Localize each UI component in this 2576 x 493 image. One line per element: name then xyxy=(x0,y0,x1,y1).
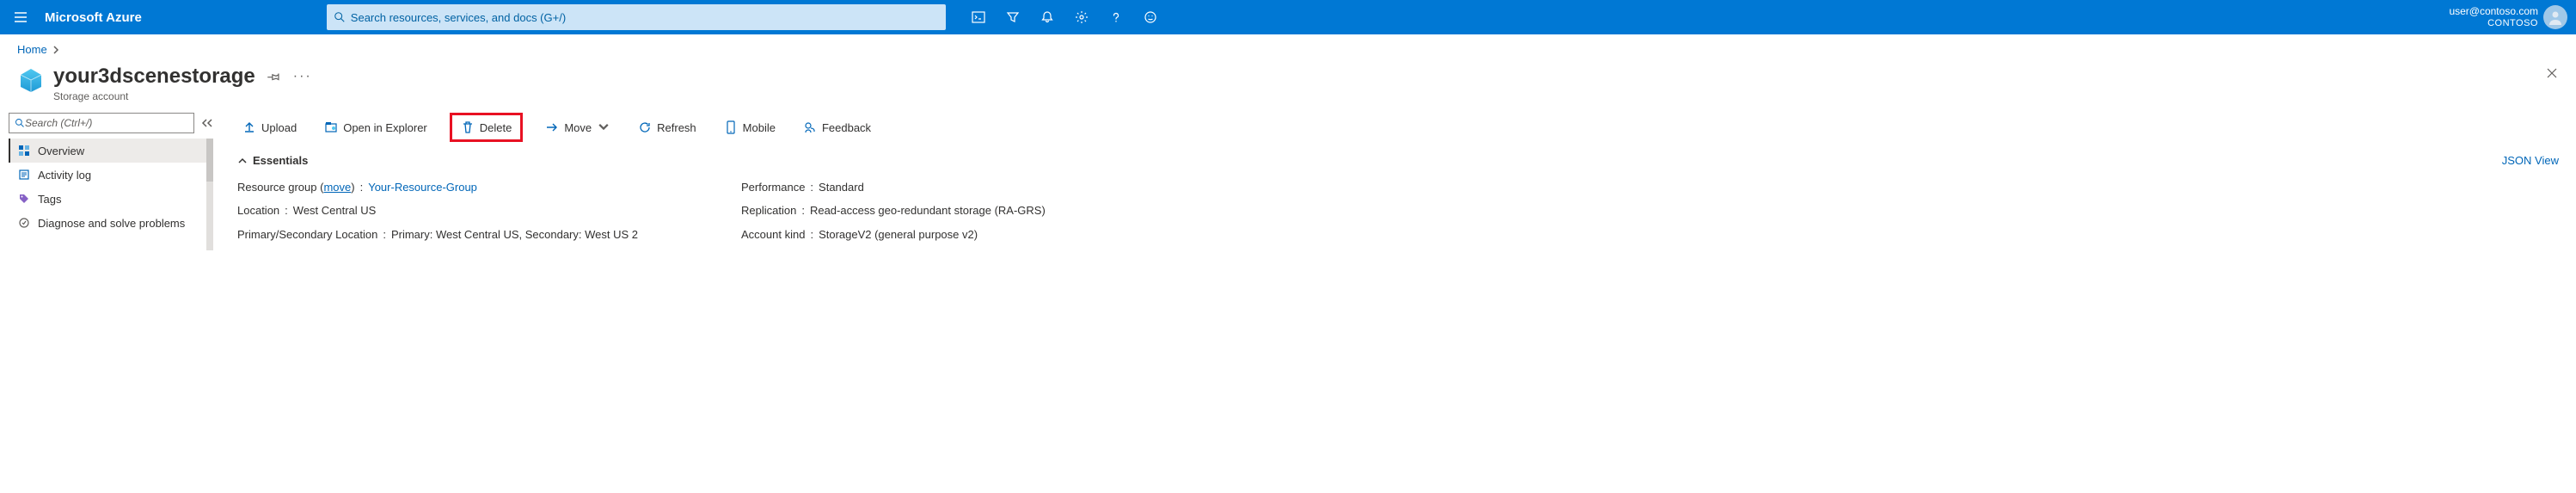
avatar[interactable] xyxy=(2543,5,2567,29)
hamburger-menu-icon[interactable] xyxy=(0,0,41,34)
cmd-label: Move xyxy=(564,121,592,134)
kv-key-label: Performance xyxy=(741,176,805,199)
tags-icon xyxy=(17,192,31,206)
upload-button[interactable]: Upload xyxy=(237,117,302,138)
essentials-header: Essentials JSON View xyxy=(237,154,2559,176)
menu-scrollbar[interactable] xyxy=(206,139,213,250)
breadcrumb: Home xyxy=(0,34,2576,59)
move-link[interactable]: move xyxy=(323,181,351,194)
menu-item-activity-log[interactable]: Activity log xyxy=(9,163,206,187)
essentials-toggle[interactable]: Essentials xyxy=(237,154,308,167)
global-search[interactable] xyxy=(327,4,946,30)
cmd-label: Upload xyxy=(261,121,297,134)
essentials-grid: Resource group (move) : Your-Resource-Gr… xyxy=(237,176,2559,246)
resource-menu: Overview Activity log Tags xyxy=(0,109,220,250)
kv-account-kind: Account kind : StorageV2 (general purpos… xyxy=(741,223,1046,246)
essentials-label: Essentials xyxy=(253,154,308,167)
kv-key-label: Location xyxy=(237,199,279,222)
kv-key-label: Replication xyxy=(741,199,796,222)
menu-item-label: Diagnose and solve problems xyxy=(38,217,185,230)
storage-account-icon xyxy=(17,66,45,94)
kv-primary-secondary: Primary/Secondary Location : Primary: We… xyxy=(237,223,638,246)
refresh-button[interactable]: Refresh xyxy=(633,117,702,138)
body: Overview Activity log Tags xyxy=(0,109,2576,250)
kv-location: Location : West Central US xyxy=(237,199,638,222)
directory-filter-icon[interactable] xyxy=(996,0,1030,34)
tenant-label: CONTOSO xyxy=(2449,18,2538,29)
overview-icon xyxy=(17,144,31,157)
cloud-shell-icon[interactable] xyxy=(961,0,996,34)
more-ellipsis-icon[interactable]: ··· xyxy=(293,69,312,84)
cmd-label: Delete xyxy=(480,121,512,134)
chevron-up-icon xyxy=(237,156,248,166)
azure-top-bar: Microsoft Azure user@contoso.com xyxy=(0,0,2576,34)
menu-search-input[interactable] xyxy=(25,117,188,129)
essentials-right-column: Performance : Standard Replication : Rea… xyxy=(741,176,1046,246)
kv-resource-group-value[interactable]: Your-Resource-Group xyxy=(368,176,477,199)
notifications-icon[interactable] xyxy=(1030,0,1064,34)
search-icon xyxy=(15,118,25,128)
kv-key-label: Account kind xyxy=(741,223,805,246)
scrollbar-thumb[interactable] xyxy=(206,139,213,182)
move-button[interactable]: Move xyxy=(540,117,616,138)
open-in-explorer-button[interactable]: Open in Explorer xyxy=(319,117,432,138)
menu-item-overview[interactable]: Overview xyxy=(9,139,206,163)
settings-gear-icon[interactable] xyxy=(1064,0,1099,34)
feedback-smiley-icon[interactable] xyxy=(1133,0,1168,34)
close-blade-icon[interactable] xyxy=(2545,66,2559,80)
page-title: your3dscenestorage xyxy=(53,65,255,89)
topbar-icon-group xyxy=(961,0,1168,34)
brand-label[interactable]: Microsoft Azure xyxy=(45,10,142,25)
help-icon[interactable] xyxy=(1099,0,1133,34)
page-subtitle: Storage account xyxy=(53,90,312,102)
activity-log-icon xyxy=(17,168,31,182)
cmd-label: Open in Explorer xyxy=(343,121,427,134)
search-icon xyxy=(334,11,346,23)
kv-account-kind-value: StorageV2 (general purpose v2) xyxy=(819,223,978,246)
kv-performance: Performance : Standard xyxy=(741,176,1046,199)
menu-item-label: Activity log xyxy=(38,169,91,182)
cmd-label: Refresh xyxy=(657,121,696,134)
kv-resource-group: Resource group (move) : Your-Resource-Gr… xyxy=(237,176,638,199)
user-email: user@contoso.com xyxy=(2449,5,2538,17)
diagnose-icon xyxy=(17,216,31,230)
menu-search[interactable] xyxy=(9,113,194,133)
kv-replication-value: Read-access geo-redundant storage (RA-GR… xyxy=(810,199,1046,222)
kv-performance-value: Standard xyxy=(819,176,864,199)
json-view-link[interactable]: JSON View xyxy=(2502,154,2559,167)
delete-button[interactable]: Delete xyxy=(450,113,524,142)
cmd-label: Mobile xyxy=(743,121,776,134)
menu-item-label: Overview xyxy=(38,145,84,157)
command-bar: Upload Open in Explorer Delete Move Refr… xyxy=(237,113,2559,154)
mobile-button[interactable]: Mobile xyxy=(719,117,781,138)
collapse-menu-icon[interactable] xyxy=(201,118,213,128)
content-pane: Upload Open in Explorer Delete Move Refr… xyxy=(220,109,2576,250)
menu-item-label: Tags xyxy=(38,193,61,206)
kv-key-label: Resource group xyxy=(237,181,317,194)
global-search-input[interactable] xyxy=(346,11,939,24)
pin-icon[interactable] xyxy=(267,70,281,83)
feedback-button[interactable]: Feedback xyxy=(798,117,876,138)
kv-location-value: West Central US xyxy=(293,199,377,222)
cmd-label: Feedback xyxy=(822,121,871,134)
kv-key-label: Primary/Secondary Location xyxy=(237,223,377,246)
chevron-right-icon xyxy=(52,46,59,54)
kv-primary-secondary-value: Primary: West Central US, Secondary: Wes… xyxy=(391,223,638,246)
breadcrumb-home[interactable]: Home xyxy=(17,43,47,56)
menu-item-diagnose[interactable]: Diagnose and solve problems xyxy=(9,211,206,235)
chevron-down-icon xyxy=(597,120,610,134)
page-header: your3dscenestorage ··· Storage account xyxy=(0,59,2576,109)
menu-item-tags[interactable]: Tags xyxy=(9,187,206,211)
kv-replication: Replication : Read-access geo-redundant … xyxy=(741,199,1046,222)
essentials-left-column: Resource group (move) : Your-Resource-Gr… xyxy=(237,176,638,246)
account-control[interactable]: user@contoso.com CONTOSO xyxy=(2449,5,2576,29)
